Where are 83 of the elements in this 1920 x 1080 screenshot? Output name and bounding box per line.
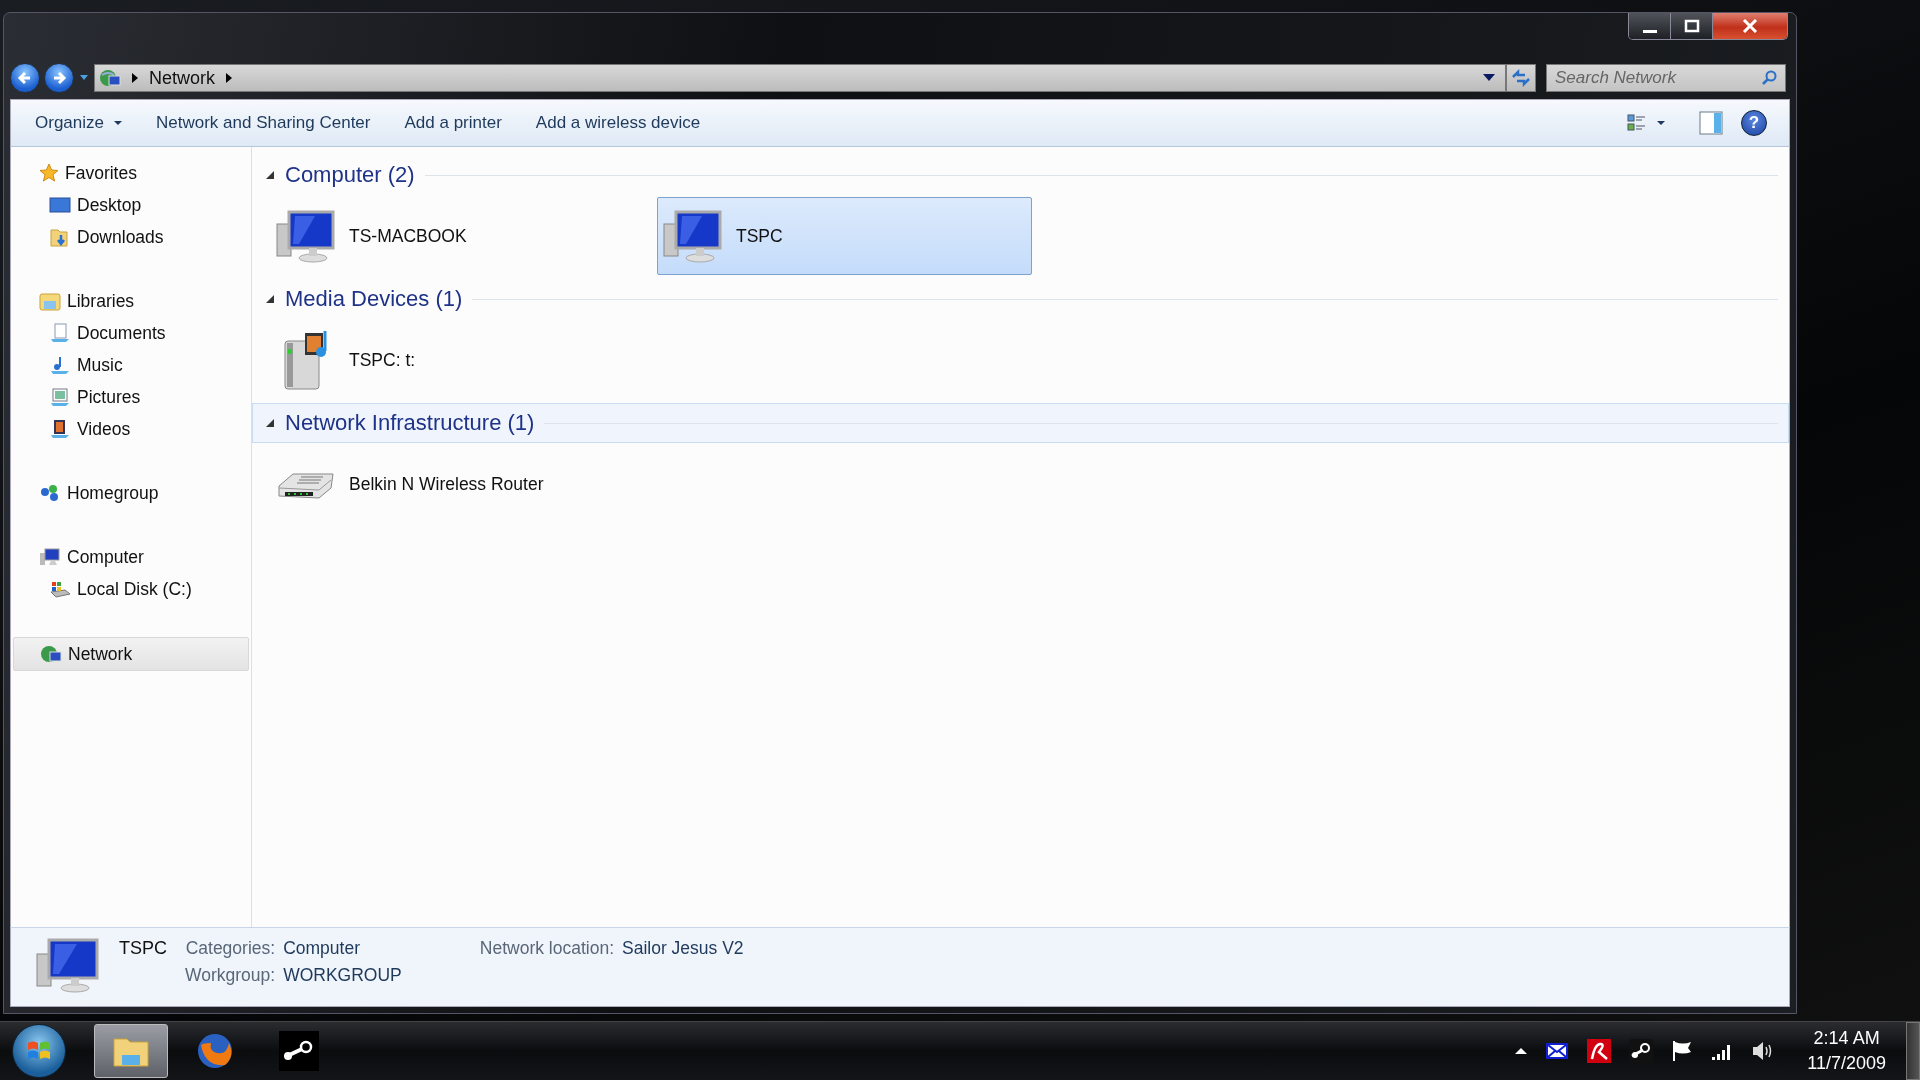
computer-icon: [39, 547, 61, 567]
forward-button[interactable]: [44, 63, 74, 93]
search-icon: [1761, 70, 1777, 86]
explorer-taskbar-button[interactable]: [94, 1024, 168, 1078]
refresh-arrows-icon: [1511, 69, 1531, 87]
close-button[interactable]: [1713, 13, 1787, 39]
flag-tray-icon[interactable]: [1671, 1040, 1694, 1062]
nav-item[interactable]: Computer: [13, 541, 249, 573]
group-header[interactable]: Computer (2): [252, 155, 1789, 195]
downloads-icon: [49, 227, 71, 247]
network-icon: [40, 644, 62, 664]
start-button[interactable]: [12, 1024, 66, 1078]
maximize-button[interactable]: [1671, 13, 1713, 39]
clock[interactable]: 2:14 AM 11/7/2009: [1807, 1026, 1886, 1076]
view-options-icon[interactable]: [1627, 114, 1647, 132]
back-arrow-icon: [17, 70, 33, 86]
command-button[interactable]: Add a printer: [396, 107, 510, 139]
close-icon: [1741, 19, 1759, 33]
group-header[interactable]: Network Infrastructure (1): [252, 403, 1789, 443]
breadcrumb-arrow-icon[interactable]: [225, 73, 233, 83]
videos-icon: [49, 419, 71, 439]
nav-item[interactable]: Homegroup: [13, 477, 249, 509]
disk-icon: [49, 579, 71, 599]
property-label: Network location:: [479, 938, 614, 959]
mail-tray-icon[interactable]: [1545, 1041, 1570, 1061]
show-hidden-icons-icon[interactable]: [1515, 1047, 1528, 1055]
nav-item[interactable]: Libraries: [13, 285, 249, 317]
device-tile[interactable]: TS-MACBOOK: [274, 197, 649, 275]
clock-date: 11/7/2009: [1807, 1052, 1886, 1075]
property-value: Computer: [283, 938, 361, 959]
computer-icon: [35, 936, 101, 994]
property-label: Categories:: [185, 938, 276, 959]
nav-item[interactable]: Favorites: [13, 157, 249, 189]
item-name: TSPC: [119, 938, 167, 959]
maximize-icon: [1682, 19, 1701, 33]
nav-item[interactable]: Documents: [13, 317, 249, 349]
music-icon: [49, 355, 71, 375]
property-value: Sailor Jesus V2: [622, 938, 744, 959]
view-caret-icon[interactable]: [1657, 120, 1665, 126]
computer-icon: [662, 208, 722, 264]
star-icon: [39, 163, 59, 183]
homegroup-icon: [39, 483, 61, 503]
clock-time: 2:14 AM: [1813, 1027, 1880, 1050]
minimize-button[interactable]: [1629, 13, 1671, 39]
command-button[interactable]: Organize: [27, 107, 130, 139]
address-bar[interactable]: Network: [94, 64, 1506, 92]
network-globe-icon: [99, 68, 121, 88]
back-button[interactable]: [10, 63, 40, 93]
nav-item[interactable]: Music: [13, 349, 249, 381]
collapse-triangle-icon[interactable]: [265, 418, 275, 428]
property-label: Workgroup:: [185, 965, 276, 986]
show-desktop-button[interactable]: [1906, 1022, 1920, 1080]
nav-item[interactable]: Pictures: [13, 381, 249, 413]
property-value: WORKGROUP: [283, 965, 402, 986]
nav-item[interactable]: Network: [13, 637, 249, 671]
history-caret-icon[interactable]: [80, 75, 88, 81]
computer-icon: [275, 208, 335, 264]
nav-item[interactable]: Desktop: [13, 189, 249, 221]
collapse-triangle-icon[interactable]: [265, 294, 275, 304]
breadcrumb[interactable]: Network: [149, 67, 215, 89]
minimize-icon: [1642, 29, 1657, 33]
desktop-icon: [49, 196, 71, 214]
piston-icon: [279, 1031, 319, 1071]
refresh-button[interactable]: [1506, 64, 1536, 92]
device-tile[interactable]: TSPC: [657, 197, 1032, 275]
group-header[interactable]: Media Devices (1): [252, 279, 1789, 319]
command-button[interactable]: Add a wireless device: [527, 107, 709, 139]
nav-item[interactable]: Local Disk (C:): [13, 573, 249, 605]
fox-globe-icon: [195, 1031, 235, 1071]
libraries-icon: [39, 291, 61, 311]
help-button[interactable]: ?: [1741, 110, 1767, 136]
device-tile[interactable]: TSPC: t:: [274, 321, 649, 399]
command-button[interactable]: Network and Sharing Center: [148, 107, 379, 139]
nav-item[interactable]: Downloads: [13, 221, 249, 253]
forward-arrow-icon: [51, 70, 67, 86]
device-tile[interactable]: Belkin N Wireless Router: [274, 445, 649, 523]
pictures-icon: [49, 387, 71, 407]
antivirus-tray-icon[interactable]: [1587, 1039, 1612, 1063]
breadcrumb-arrow-icon: [131, 73, 139, 83]
collapse-triangle-icon[interactable]: [265, 170, 275, 180]
dropdown-caret-icon[interactable]: [1483, 74, 1495, 82]
nav-item[interactable]: Videos: [13, 413, 249, 445]
documents-icon: [49, 323, 71, 343]
